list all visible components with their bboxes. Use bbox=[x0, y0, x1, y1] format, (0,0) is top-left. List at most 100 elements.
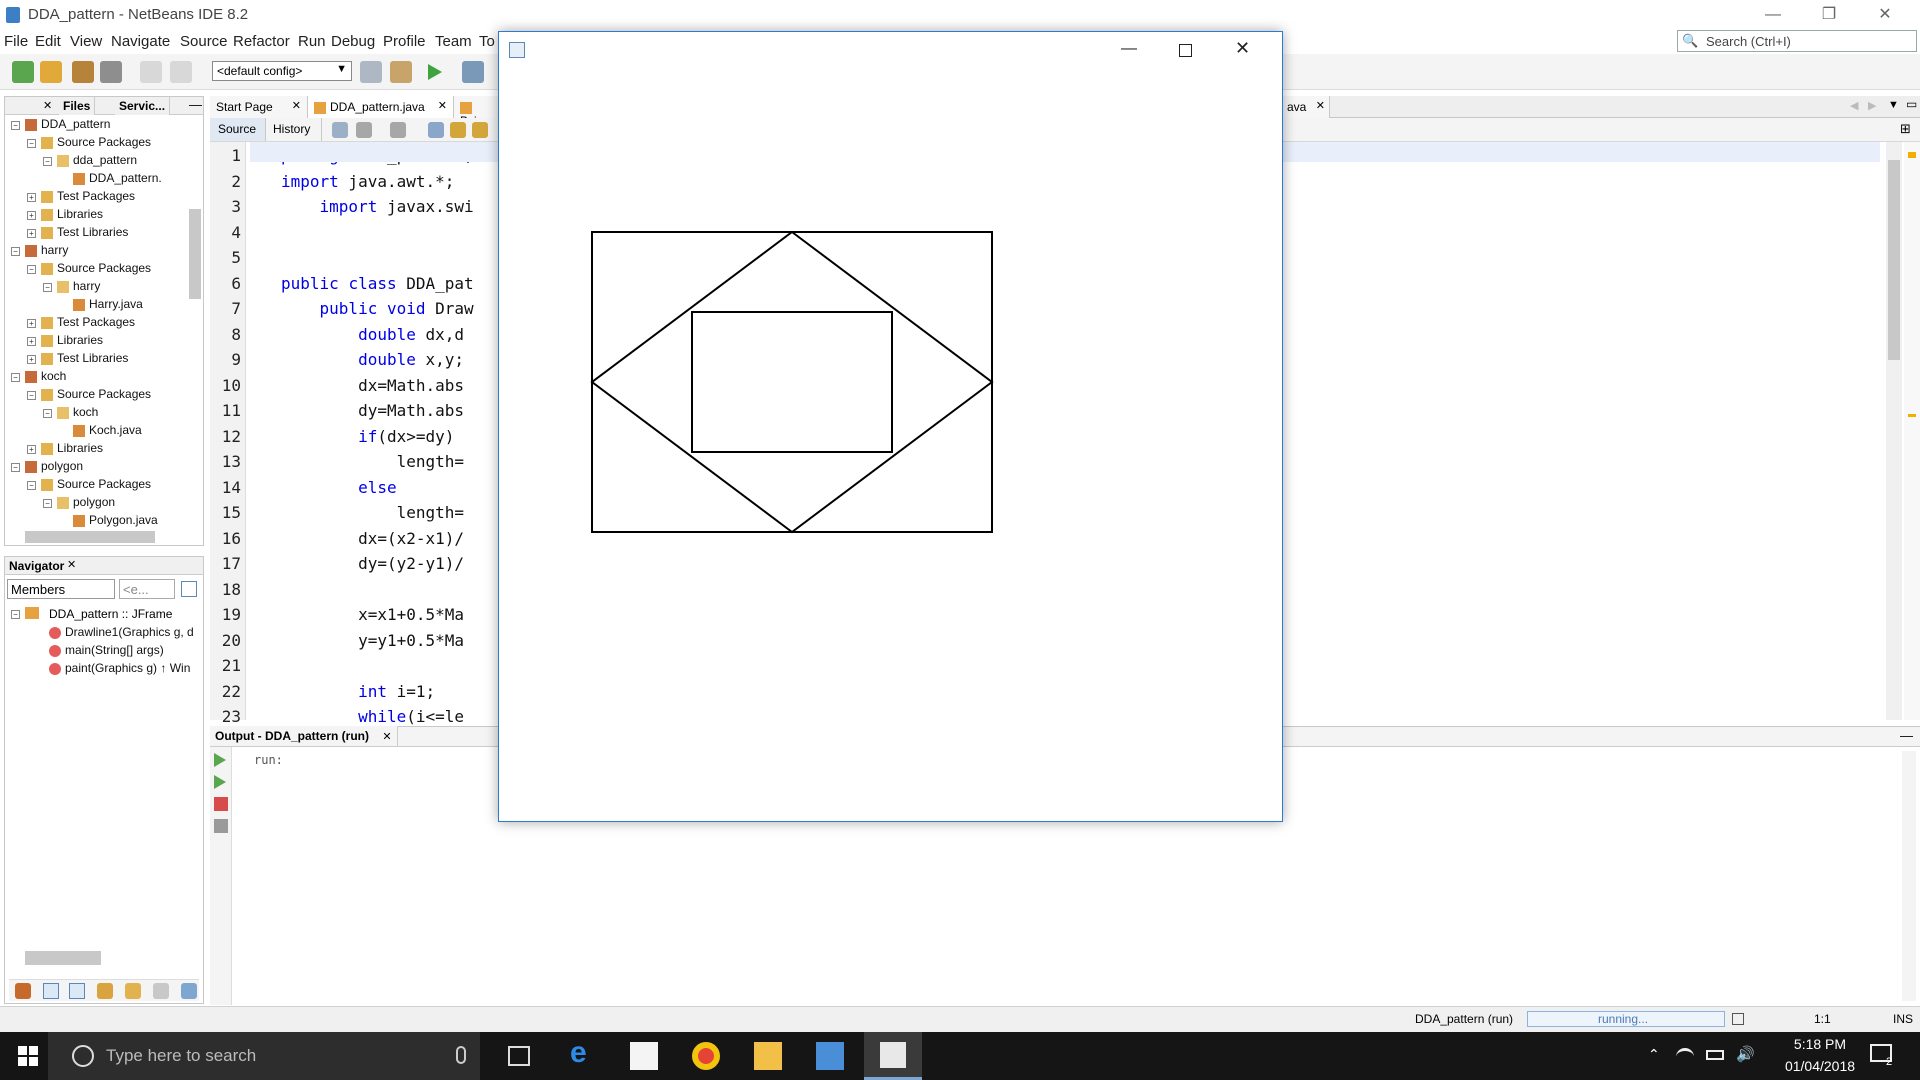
expand-toggle-icon[interactable]: + bbox=[27, 445, 36, 454]
minimize-button[interactable]: — bbox=[1750, 0, 1796, 30]
cancel-task-icon[interactable] bbox=[1732, 1013, 1744, 1025]
tree-item-folder[interactable]: + Test Libraries bbox=[27, 351, 128, 369]
close-button[interactable]: ✕ bbox=[1235, 38, 1250, 59]
debug-icon[interactable] bbox=[462, 61, 484, 83]
chrome-icon[interactable] bbox=[692, 1042, 720, 1070]
new-project-icon[interactable] bbox=[40, 61, 62, 83]
tree-scrollbar[interactable] bbox=[189, 209, 201, 299]
menu-run[interactable]: Run bbox=[298, 33, 326, 50]
find-next-icon[interactable] bbox=[472, 122, 488, 138]
editor-vscrollbar[interactable] bbox=[1886, 142, 1902, 720]
menu-debug[interactable]: Debug bbox=[331, 33, 375, 50]
code-line[interactable]: dx=(x2-x1)/ bbox=[281, 529, 464, 548]
tree-item-folder[interactable]: + Libraries bbox=[27, 333, 103, 351]
forward-icon[interactable] bbox=[390, 122, 406, 138]
split-editor-icon[interactable]: ⊞ bbox=[1900, 121, 1911, 137]
battery-icon[interactable] bbox=[1706, 1050, 1724, 1060]
tree-item-java[interactable]: DDA_pattern. bbox=[61, 171, 162, 189]
navigator-member[interactable]: paint(Graphics g) ↑ Win bbox=[49, 661, 190, 679]
tree-item-folder[interactable]: + Libraries bbox=[27, 441, 103, 459]
menu-file[interactable]: File bbox=[4, 33, 28, 50]
code-line[interactable]: double dx,d bbox=[281, 325, 464, 344]
open-project-icon[interactable] bbox=[72, 61, 94, 83]
taskbar-search[interactable]: Type here to search bbox=[48, 1032, 480, 1080]
tree-item-java[interactable]: Harry.java bbox=[61, 297, 143, 315]
expand-toggle-icon[interactable]: + bbox=[27, 211, 36, 220]
tab-services[interactable]: Servic... bbox=[115, 97, 171, 115]
maximize-editor-icon[interactable]: ▭ bbox=[1906, 97, 1917, 111]
last-edit-icon[interactable] bbox=[332, 122, 348, 138]
tree-item-package[interactable]: − koch bbox=[43, 405, 98, 423]
tree-hscrollbar[interactable] bbox=[25, 531, 155, 543]
minimize-panel-icon[interactable]: — bbox=[189, 97, 202, 112]
java-app-taskbar-button[interactable] bbox=[864, 1032, 922, 1080]
sort-icon[interactable] bbox=[153, 983, 169, 999]
code-line[interactable]: double x,y; bbox=[281, 350, 464, 369]
scroll-tabs-left-icon[interactable]: ◀ bbox=[1850, 99, 1858, 112]
tree-item-folder[interactable]: − Source Packages bbox=[27, 135, 151, 153]
inherit-icon[interactable] bbox=[15, 983, 31, 999]
expand-toggle-icon[interactable]: − bbox=[43, 157, 52, 166]
run-icon[interactable] bbox=[428, 64, 442, 80]
expand-toggle-icon[interactable]: − bbox=[43, 283, 52, 292]
netbeans-taskbar-icon[interactable] bbox=[816, 1042, 844, 1070]
close-icon[interactable]: ✕ bbox=[43, 99, 52, 112]
redo-icon[interactable] bbox=[170, 61, 192, 83]
windows-start-icon[interactable] bbox=[18, 1046, 38, 1066]
expand-toggle-icon[interactable]: + bbox=[27, 193, 36, 202]
expand-toggle-icon[interactable]: − bbox=[27, 139, 36, 148]
menu-team[interactable]: Team bbox=[435, 33, 472, 50]
filter-icon[interactable] bbox=[181, 983, 197, 999]
undo-icon[interactable] bbox=[140, 61, 162, 83]
navigator-member[interactable]: main(String[] args) bbox=[49, 643, 164, 661]
minimize-button[interactable]: — bbox=[1121, 40, 1137, 58]
menu-source[interactable]: Source bbox=[180, 33, 228, 50]
config-select[interactable]: <default config> ▼ bbox=[212, 61, 352, 81]
expand-toggle-icon[interactable]: + bbox=[27, 355, 36, 364]
tab-start-page[interactable]: Start Page ✕ bbox=[210, 96, 308, 118]
tree-item-folder[interactable]: − Source Packages bbox=[27, 387, 151, 405]
menu-tools[interactable]: To bbox=[479, 33, 495, 50]
code-line[interactable]: else bbox=[281, 478, 397, 497]
package-icon[interactable] bbox=[125, 983, 141, 999]
save-all-icon[interactable] bbox=[100, 61, 122, 83]
minimize-panel-icon[interactable]: — bbox=[1900, 728, 1913, 743]
code-line[interactable]: x=x1+0.5*Ma bbox=[281, 605, 464, 624]
output-settings-icon[interactable] bbox=[214, 819, 228, 833]
history-tab[interactable]: History bbox=[266, 118, 322, 141]
expand-toggle-icon[interactable]: − bbox=[27, 481, 36, 490]
output-tab[interactable]: Output - DDA_pattern (run) ✕ bbox=[210, 726, 398, 746]
expand-toggle-icon[interactable]: − bbox=[11, 247, 20, 256]
code-line[interactable]: int i=1; bbox=[281, 682, 435, 701]
members-filter-select[interactable]: Members bbox=[7, 579, 115, 599]
tree-item-package[interactable]: − dda_pattern bbox=[43, 153, 137, 171]
stop-icon[interactable] bbox=[214, 797, 228, 811]
fields-icon[interactable] bbox=[43, 983, 59, 999]
code-line[interactable]: import java.awt.*; bbox=[281, 172, 454, 191]
tab-dda-pattern[interactable]: DDA_pattern.java ✕ bbox=[308, 96, 454, 118]
restore-button[interactable]: ❐ bbox=[1806, 0, 1852, 30]
tree-item-folder[interactable]: + Test Packages bbox=[27, 315, 135, 333]
tree-item-package[interactable]: − polygon bbox=[43, 495, 115, 513]
tree-item-package[interactable]: − harry bbox=[43, 279, 100, 297]
expand-toggle-icon[interactable]: + bbox=[27, 337, 36, 346]
menu-edit[interactable]: Edit bbox=[35, 33, 61, 50]
build-icon[interactable] bbox=[360, 61, 382, 83]
search-input[interactable]: 🔍 Search (Ctrl+I) bbox=[1677, 30, 1917, 52]
tree-item-folder[interactable]: + Libraries bbox=[27, 207, 103, 225]
tree-item-folder[interactable]: − Source Packages bbox=[27, 477, 151, 495]
edge-icon[interactable]: e bbox=[570, 1036, 598, 1069]
chevron-up-icon[interactable]: ⌃ bbox=[1648, 1046, 1660, 1063]
expand-toggle-icon[interactable]: − bbox=[27, 265, 36, 274]
code-line[interactable]: dx=Math.abs bbox=[281, 376, 464, 395]
expand-toggle-icon[interactable]: − bbox=[11, 373, 20, 382]
rerun-icon[interactable] bbox=[214, 753, 226, 767]
menu-navigate[interactable]: Navigate bbox=[111, 33, 170, 50]
tree-item-folder[interactable]: + Test Packages bbox=[27, 189, 135, 207]
tree-item-project[interactable]: − polygon bbox=[11, 459, 83, 477]
java-output-window[interactable]: — ✕ bbox=[498, 31, 1283, 822]
code-line[interactable]: dy=(y2-y1)/ bbox=[281, 554, 464, 573]
expand-toggle-icon[interactable]: − bbox=[43, 409, 52, 418]
wifi-icon[interactable] bbox=[1676, 1048, 1694, 1062]
tree-item-project[interactable]: − DDA_pattern bbox=[11, 117, 110, 135]
